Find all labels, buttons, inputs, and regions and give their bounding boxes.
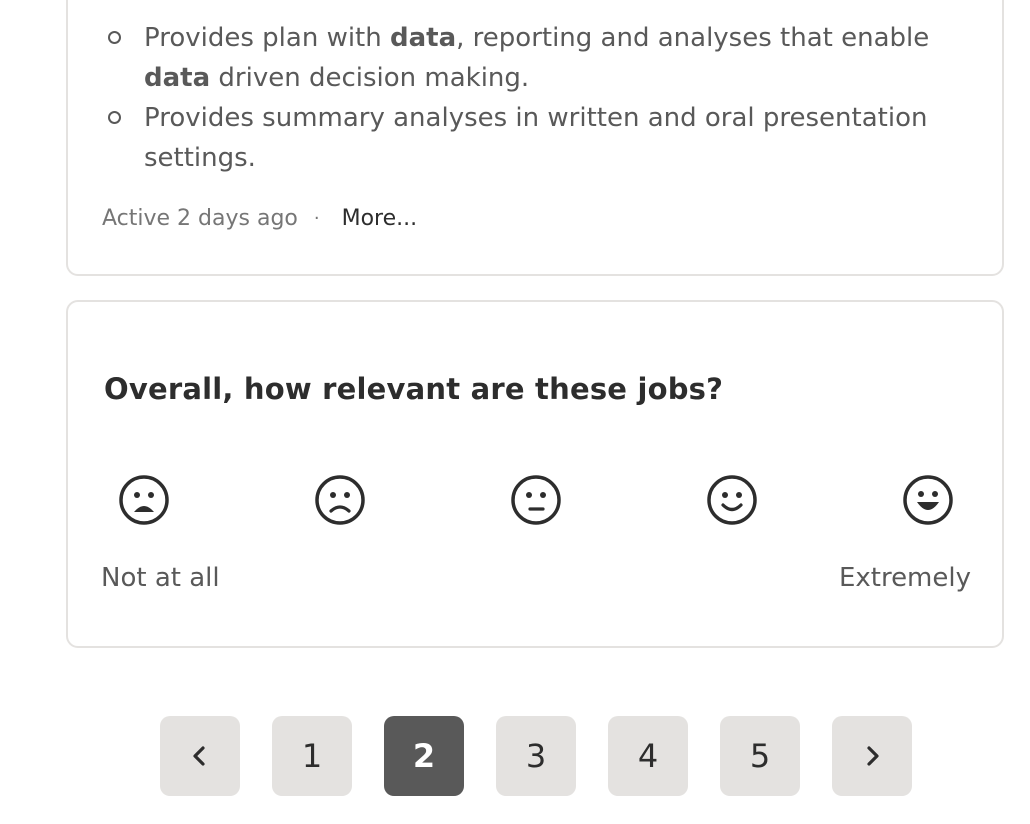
scale-high-label: Extremely [838,563,971,593]
bullet-circle-icon [108,31,121,44]
unhappy-face-icon[interactable] [314,474,366,526]
rating-faces [118,474,958,526]
page-button-2-current[interactable]: 2 [384,716,464,796]
very-unhappy-face-icon[interactable] [118,474,170,526]
page-button-4[interactable]: 4 [608,716,688,796]
job-meta: Active 2 days ago · More... [102,203,417,233]
relevance-survey-card: Overall, how relevant are these jobs? No… [66,300,1004,648]
page-button-3[interactable]: 3 [496,716,576,796]
survey-question: Overall, how relevant are these jobs? [104,372,724,406]
job-description-snippet: Provides plan with data, reporting and a… [104,18,964,178]
activity-label: Active 2 days ago [102,205,298,231]
description-bullet: Provides plan with data, reporting and a… [104,18,964,98]
page-button-5[interactable]: 5 [720,716,800,796]
page-button-1[interactable]: 1 [272,716,352,796]
description-bullet: Provides summary analyses in written and… [104,98,964,178]
happy-face-icon[interactable] [706,474,758,526]
scale-low-label: Not at all [101,563,220,593]
bullet-text: Provides plan with data, reporting and a… [144,23,930,93]
previous-page-button[interactable] [160,716,240,796]
neutral-face-icon[interactable] [510,474,562,526]
next-page-button[interactable] [832,716,912,796]
job-card: Provides plan with data, reporting and a… [66,0,1004,276]
meta-separator: · [313,207,320,229]
more-link[interactable]: More... [342,206,418,231]
chevron-right-icon [867,746,879,766]
very-happy-face-icon[interactable] [902,474,954,526]
bullet-text: Provides summary analyses in written and… [144,103,928,173]
chevron-left-icon [193,746,205,766]
bullet-circle-icon [108,111,121,124]
